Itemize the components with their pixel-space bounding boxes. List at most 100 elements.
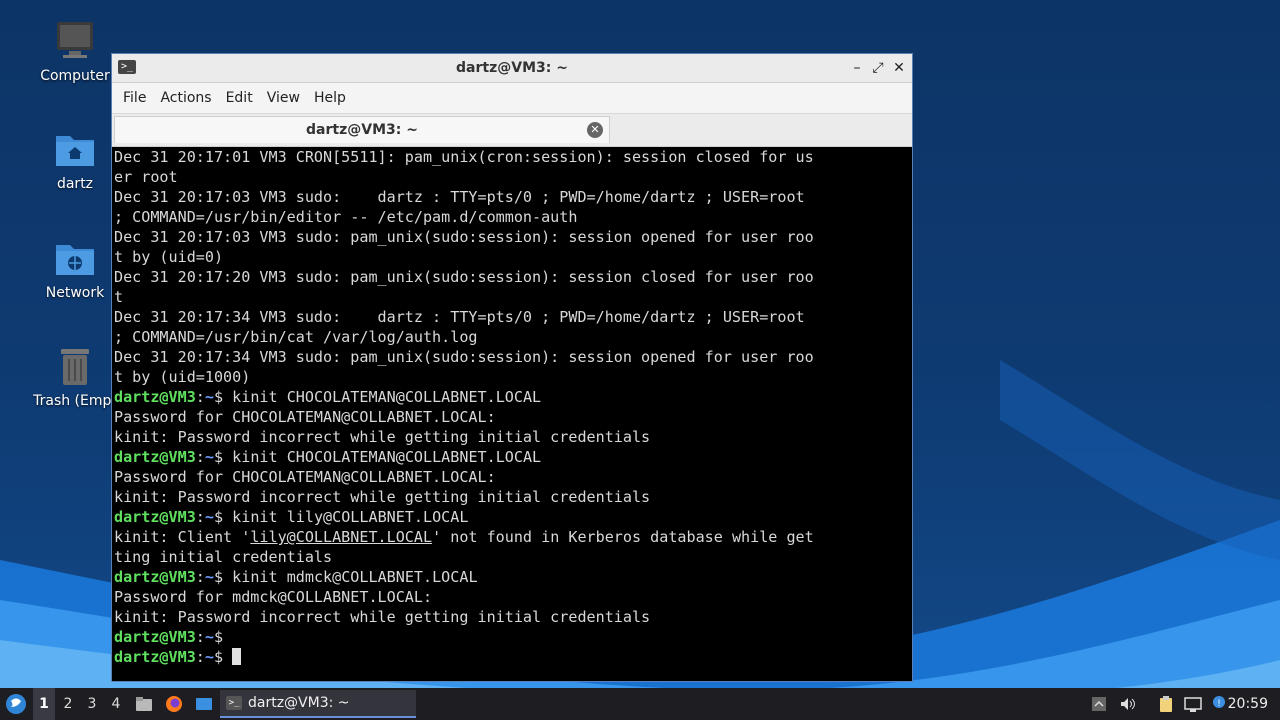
terminal-output-text: Dec 31 20:17:20 VM3 sudo: pam_unix(sudo:… <box>114 268 814 286</box>
prompt-path: ~ <box>204 628 214 646</box>
prompt-user: dartz@VM3 <box>114 388 196 406</box>
notification-icon[interactable]: ! <box>1210 695 1228 713</box>
tab-label: dartz@VM3: ~ <box>306 122 418 138</box>
show-desktop-icon[interactable] <box>195 695 213 713</box>
prompt-user: dartz@VM3 <box>114 508 196 526</box>
home-folder-icon <box>56 136 94 166</box>
menu-bar: File Actions Edit View Help <box>112 83 912 113</box>
tab-close-icon[interactable]: ✕ <box>587 122 603 138</box>
terminal-output-text: Password for mdmck@COLLABNET.LOCAL: <box>114 588 433 606</box>
terminal-output-text: ting initial credentials <box>114 548 333 566</box>
prompt-path: ~ <box>204 648 214 666</box>
prompt-symbol: $ <box>213 448 233 466</box>
terminal-output[interactable]: Dec 31 20:17:01 VM3 CRON[5511]: pam_unix… <box>114 147 910 679</box>
terminal-line: dartz@VM3:~$ kinit CHOCOLATEMAN@COLLABNE… <box>114 387 910 407</box>
desktop-icon-label: dartz <box>56 176 94 192</box>
menu-actions[interactable]: Actions <box>153 90 218 106</box>
desktop-icon-network[interactable]: Network <box>25 237 125 301</box>
terminal-output-text: er root <box>114 168 178 186</box>
prompt-path: ~ <box>204 388 214 406</box>
desktop-icon-home[interactable]: dartz <box>25 128 125 192</box>
desktop-icon-computer[interactable]: Computer <box>25 20 125 84</box>
terminal-command: kinit lily@COLLABNET.LOCAL <box>232 508 469 526</box>
terminal-line: Dec 31 20:17:01 VM3 CRON[5511]: pam_unix… <box>114 147 910 167</box>
terminal-line: Dec 31 20:17:34 VM3 sudo: pam_unix(sudo:… <box>114 347 910 367</box>
terminal-window: >_ dartz@VM3: ~ – ⤢ ✕ File Actions Edit … <box>111 53 913 682</box>
prompt-sep: : <box>195 448 205 466</box>
start-menu-icon[interactable] <box>5 693 27 715</box>
clipboard-icon[interactable] <box>1157 695 1175 713</box>
tab-terminal[interactable]: dartz@VM3: ~ ✕ <box>114 116 610 143</box>
terminal-output-text: Dec 31 20:17:01 VM3 CRON[5511]: pam_unix… <box>114 148 814 166</box>
tray-up-arrow-icon[interactable] <box>1090 695 1108 713</box>
prompt-symbol: $ <box>213 628 233 646</box>
minimize-button[interactable]: – <box>847 58 867 78</box>
desktop-icon-label: Computer <box>40 68 110 84</box>
terminal-command: kinit CHOCOLATEMAN@COLLABNET.LOCAL <box>232 448 542 466</box>
terminal-line: dartz@VM3:~$ <box>114 647 910 667</box>
terminal-output-text: ; COMMAND=/usr/bin/editor -- /etc/pam.d/… <box>114 208 578 226</box>
prompt-path: ~ <box>204 508 214 526</box>
firefox-icon[interactable] <box>165 695 183 713</box>
window-titlebar[interactable]: >_ dartz@VM3: ~ – ⤢ ✕ <box>112 54 912 83</box>
task-label: dartz@VM3: ~ <box>248 695 350 711</box>
terminal-output-text: Password for CHOCOLATEMAN@COLLABNET.LOCA… <box>114 408 496 426</box>
prompt-symbol: $ <box>213 508 233 526</box>
volume-icon[interactable] <box>1119 695 1137 713</box>
maximize-button[interactable]: ⤢ <box>868 58 888 78</box>
workspace-3[interactable]: 3 <box>81 688 103 720</box>
terminal-line: t by (uid=0) <box>114 247 910 267</box>
terminal-output-text: Dec 31 20:17:34 VM3 sudo: pam_unix(sudo:… <box>114 348 814 366</box>
terminal-output-text: kinit: Password incorrect while getting … <box>114 488 651 506</box>
terminal-app-icon: >_ <box>226 696 242 710</box>
terminal-line: t <box>114 287 910 307</box>
desktop-icon-label: Network <box>45 285 105 301</box>
prompt-sep: : <box>195 388 205 406</box>
terminal-output-text: ; COMMAND=/usr/bin/cat /var/log/auth.log <box>114 328 478 346</box>
terminal-output-text: Dec 31 20:17:03 VM3 sudo: dartz : TTY=pt… <box>114 188 805 206</box>
prompt-path: ~ <box>204 448 214 466</box>
network-folder-icon <box>56 245 94 275</box>
terminal-line: ; COMMAND=/usr/bin/cat /var/log/auth.log <box>114 327 910 347</box>
terminal-output-text: kinit: Password incorrect while getting … <box>114 608 651 626</box>
prompt-symbol: $ <box>213 648 233 666</box>
prompt-symbol: $ <box>213 388 233 406</box>
taskbar: 1 2 3 4 >_ dartz@VM3: ~ ! 20:59 <box>0 688 1280 720</box>
prompt-sep: : <box>195 568 205 586</box>
terminal-output-text: t by (uid=1000) <box>114 368 251 386</box>
terminal-output-text: kinit: Password incorrect while getting … <box>114 428 651 446</box>
desktop-icon-trash[interactable]: Trash (Empt <box>25 345 125 409</box>
network-status-icon[interactable] <box>1184 695 1202 713</box>
terminal-line: dartz@VM3:~$ kinit CHOCOLATEMAN@COLLABNE… <box>114 447 910 467</box>
terminal-line: kinit: Password incorrect while getting … <box>114 487 910 507</box>
taskbar-task-terminal[interactable]: >_ dartz@VM3: ~ <box>220 690 416 718</box>
terminal-line: ting initial credentials <box>114 547 910 567</box>
workspace-2[interactable]: 2 <box>57 688 79 720</box>
text-cursor <box>232 648 242 665</box>
terminal-line: Dec 31 20:17:34 VM3 sudo: dartz : TTY=pt… <box>114 307 910 327</box>
terminal-line: kinit: Password incorrect while getting … <box>114 607 910 627</box>
prompt-sep: : <box>195 628 205 646</box>
file-manager-icon[interactable] <box>135 695 153 713</box>
window-title: dartz@VM3: ~ <box>456 60 568 76</box>
terminal-output-text: ' not found in Kerberos database while g… <box>432 528 814 546</box>
menu-edit[interactable]: Edit <box>219 90 260 106</box>
workspace-1[interactable]: 1 <box>33 688 55 720</box>
tab-bar: dartz@VM3: ~ ✕ <box>112 113 912 147</box>
workspace-4[interactable]: 4 <box>105 688 127 720</box>
terminal-line: dartz@VM3:~$ kinit lily@COLLABNET.LOCAL <box>114 507 910 527</box>
terminal-line: kinit: Client 'lily@COLLABNET.LOCAL' not… <box>114 527 910 547</box>
terminal-line: ; COMMAND=/usr/bin/editor -- /etc/pam.d/… <box>114 207 910 227</box>
trash-icon <box>61 349 89 385</box>
terminal-line: er root <box>114 167 910 187</box>
terminal-line: Password for CHOCOLATEMAN@COLLABNET.LOCA… <box>114 467 910 487</box>
computer-icon <box>57 22 93 58</box>
terminal-line: Password for mdmck@COLLABNET.LOCAL: <box>114 587 910 607</box>
terminal-output-text: t <box>114 288 124 306</box>
menu-file[interactable]: File <box>116 90 153 106</box>
prompt-symbol: $ <box>213 568 233 586</box>
menu-help[interactable]: Help <box>307 90 353 106</box>
menu-view[interactable]: View <box>260 90 307 106</box>
terminal-line: dartz@VM3:~$ kinit mdmck@COLLABNET.LOCAL <box>114 567 910 587</box>
close-button[interactable]: ✕ <box>889 58 909 78</box>
